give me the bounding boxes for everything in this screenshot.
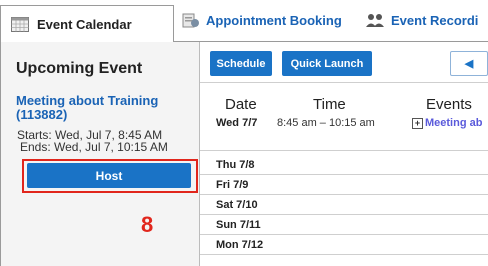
divider [200,194,488,195]
ends-text: Ends: Wed, Jul 7, 10:15 AM [20,140,168,154]
tab-appointment-booking[interactable]: Appointment Booking [182,0,342,41]
day-row: Sun 7/11 [216,219,261,231]
tab-label: Appointment Booking [206,13,342,28]
tab-event-calendar[interactable]: Event Calendar [0,5,174,42]
divider [200,174,488,175]
event-title: Meeting ab [425,117,483,129]
tab-label: Event Calendar [37,16,132,32]
calendar-icon [11,16,29,32]
divider [200,82,488,83]
divider [200,254,488,255]
expand-icon[interactable]: + [412,118,423,129]
people-icon [365,13,385,29]
quick-launch-button[interactable]: Quick Launch [282,51,372,76]
column-header-time: Time [313,96,346,113]
panel-title: Upcoming Event [16,60,143,77]
day-row: Sat 7/10 [216,199,258,211]
app-frame: Event Calendar Appointment Booking Event… [0,0,488,266]
day-row: Thu 7/8 [216,159,255,171]
day-row: Fri 7/9 [216,179,249,191]
row-date: Wed 7/7 [216,117,258,129]
column-header-events: Events [426,96,472,113]
row-time: 8:45 am – 10:15 am [277,117,375,129]
step-number: 8 [141,212,154,237]
schedule-panel: Schedule Quick Launch ◀ Date Time Events… [199,42,488,266]
schedule-button[interactable]: Schedule [210,51,272,76]
meeting-link[interactable]: Meeting about Training (113882) [16,94,196,122]
tab-label: Event Recordi [391,13,479,28]
tab-event-recordings[interactable]: Event Recordi [365,0,478,41]
prev-arrow-icon[interactable]: ◀ [450,51,488,76]
divider [200,234,488,235]
event-link[interactable]: + Meeting ab [412,117,482,129]
day-row: Mon 7/12 [216,239,264,251]
divider [200,150,488,151]
highlight-box [22,159,198,193]
column-header-date: Date [225,96,257,113]
tab-bar: Event Calendar Appointment Booking Event… [0,0,488,266]
appointment-icon [182,12,200,30]
upcoming-event-panel: Upcoming Event Meeting about Training (1… [1,42,199,266]
divider [200,214,488,215]
meeting-times: Starts: Wed, Jul 7, 8:45 AM Ends: Wed, J… [17,129,168,153]
